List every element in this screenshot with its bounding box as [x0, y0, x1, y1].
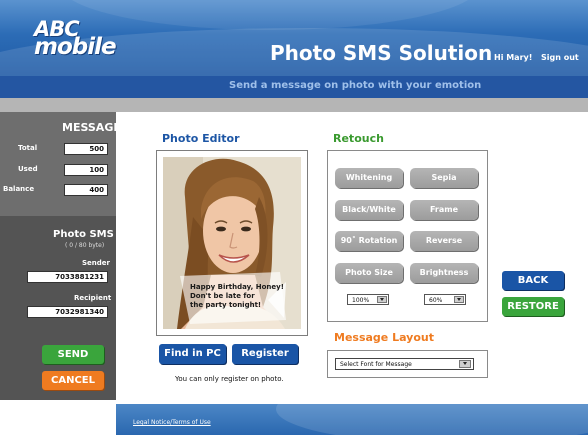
recipient-field[interactable]: 7032981340 [27, 306, 108, 318]
find-in-pc-button[interactable]: Find in PC [159, 344, 226, 364]
footer-swoosh [276, 404, 588, 435]
divider-strip [0, 98, 588, 112]
photo-message-line-3: the party tonight! [190, 301, 262, 309]
font-select-value: Select Font for Message [340, 361, 412, 368]
restore-button[interactable]: RESTORE [502, 297, 564, 316]
sign-out-link[interactable]: Sign out [541, 53, 579, 62]
total-label: Total [18, 144, 38, 152]
register-button[interactable]: Register [232, 344, 298, 364]
sender-label: Sender [82, 259, 110, 267]
reverse-button[interactable]: Reverse [410, 231, 478, 251]
back-button[interactable]: BACK [502, 271, 564, 290]
sepia-button[interactable]: Sepia [410, 168, 478, 188]
rotation-button[interactable]: 90˚ Rotation [335, 231, 403, 251]
message-panel-title: MESSAGE [62, 121, 121, 134]
brightness-select[interactable]: 60% [424, 294, 466, 305]
photo-size-button[interactable]: Photo Size [335, 263, 403, 283]
header-swoosh-top [60, 0, 480, 30]
black-white-button[interactable]: Black/White [335, 200, 403, 220]
chevron-down-icon [459, 360, 471, 368]
chevron-down-icon [454, 296, 464, 303]
logo-line-2: mobile [34, 34, 117, 60]
photo-message-line-1: Happy Birthday, Honey! [190, 283, 284, 291]
chevron-down-icon [377, 296, 387, 303]
brightness-button[interactable]: Brightness [410, 263, 478, 283]
photo-editor-title: Photo Editor [162, 132, 240, 145]
byte-counter: ( 0 / 80 byte) [65, 242, 105, 249]
photo-message[interactable]: Happy Birthday, Honey! Don't be late for… [190, 283, 284, 310]
legal-notice-link[interactable]: Legal Notice/Terms of Use [133, 419, 211, 426]
photo-size-select[interactable]: 100% [347, 294, 389, 305]
frame-button[interactable]: Frame [410, 200, 478, 220]
app-title: Photo SMS Solution [270, 41, 493, 65]
photo-sms-title: Photo SMS [53, 229, 114, 240]
footer-left-blank [0, 404, 116, 435]
used-label: Used [18, 165, 38, 173]
font-select[interactable]: Select Font for Message [335, 358, 474, 370]
register-note: You can only register on photo. [175, 375, 284, 383]
whitening-button[interactable]: Whitening [335, 168, 403, 188]
user-greeting: Hi Mary! [494, 53, 533, 62]
sender-field[interactable]: 7033881231 [27, 271, 108, 283]
message-layout-title: Message Layout [334, 331, 434, 344]
cancel-button[interactable]: CANCEL [42, 371, 104, 390]
photo-message-line-2: Don't be late for [190, 292, 255, 300]
brightness-value: 60% [429, 297, 443, 304]
balance-value: 400 [64, 184, 108, 196]
retouch-title: Retouch [333, 132, 384, 145]
total-value: 500 [64, 143, 108, 155]
send-button[interactable]: SEND [42, 345, 104, 364]
recipient-label: Recipient [74, 294, 112, 302]
balance-label: Balance [3, 185, 35, 193]
photo-size-value: 100% [352, 297, 370, 304]
page-subtitle: Send a message on photo with your emotio… [229, 80, 482, 91]
used-value: 100 [64, 164, 108, 176]
abc-mobile-logo[interactable]: ABC mobile [34, 19, 117, 60]
